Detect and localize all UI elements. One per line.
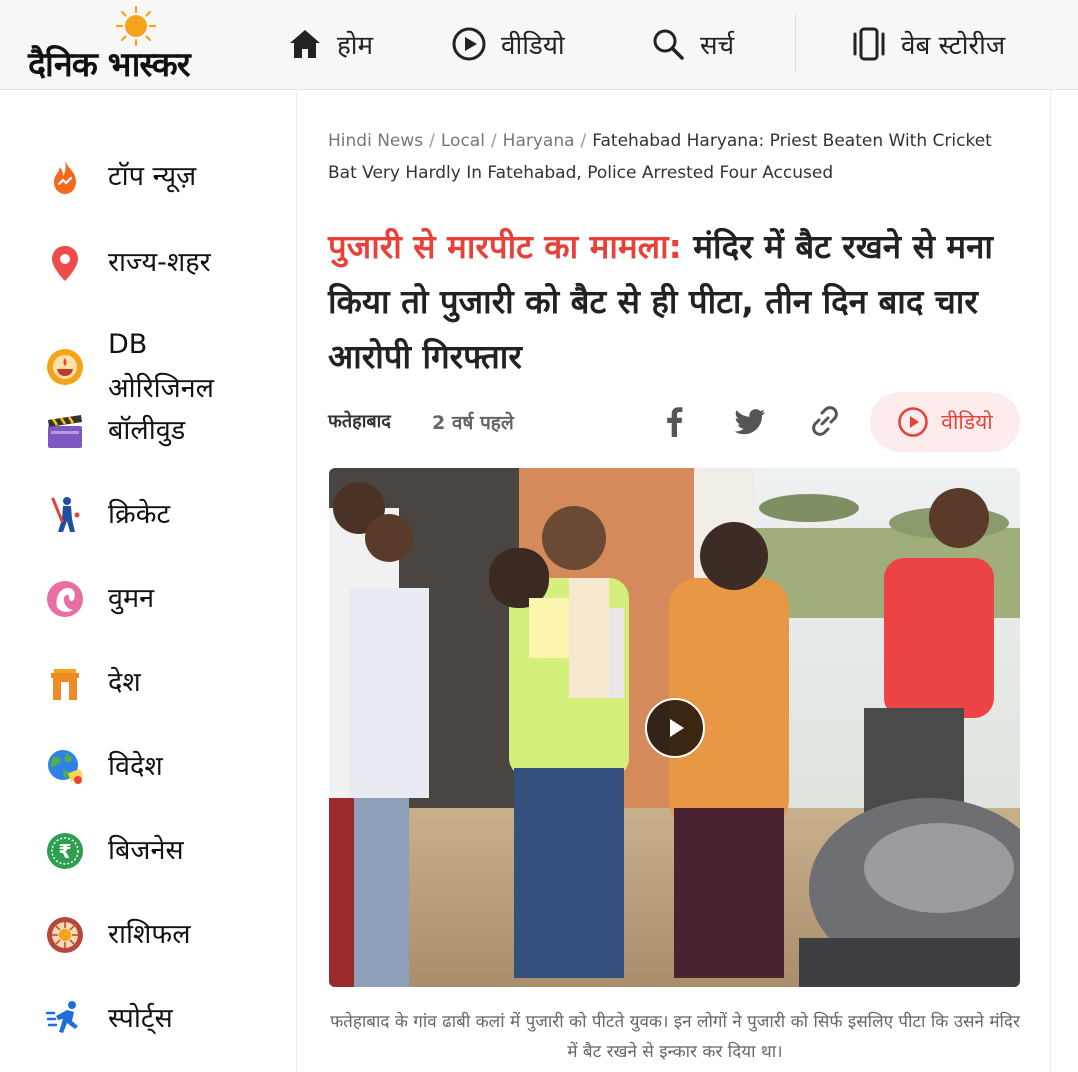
- logo-wordmark: दैनिक भास्कर: [28, 45, 191, 85]
- sidebar-item-label: बॉलीवुड: [108, 415, 186, 446]
- breadcrumb-link-hindi-news[interactable]: Hindi News: [328, 131, 423, 151]
- nav-home-label: होम: [337, 31, 374, 61]
- home-icon: [290, 30, 320, 58]
- headline-highlight: पुजारी से मारपीट का मामला:: [328, 227, 682, 266]
- twitter-share-button[interactable]: [730, 401, 770, 441]
- video-play-button[interactable]: [645, 698, 705, 758]
- sidebar-item-label: राशिफल: [108, 919, 191, 950]
- article-video-player[interactable]: [329, 468, 1020, 987]
- nav-divider: [795, 14, 796, 72]
- clapperboard-icon: [48, 415, 82, 448]
- sidebar-item-country[interactable]: देश: [44, 661, 258, 705]
- facebook-share-button[interactable]: [655, 401, 695, 441]
- watch-video-button[interactable]: वीडियो: [870, 392, 1020, 452]
- sidebar-item-label: बिजनेस: [108, 835, 184, 866]
- breadcrumb: Hindi News / Local / Haryana / Fatehabad Harya…: [328, 131, 992, 183]
- diya-lamp-icon: [47, 349, 83, 385]
- sidebar-item-cricket[interactable]: क्रिकेट: [44, 493, 258, 537]
- facebook-icon: [667, 407, 683, 437]
- nav-search-label: सर्च: [700, 31, 735, 61]
- play-circle-icon: [898, 407, 929, 437]
- sidebar-item-label: राज्य-शहर: [108, 247, 211, 278]
- top-navigation-bar: दैनिक भास्कर होम वीडियो सर्च वेब स्टोरीज: [0, 0, 1078, 90]
- dainik-bhaskar-logo[interactable]: दैनिक भास्कर: [28, 6, 248, 85]
- search-icon: [653, 29, 684, 60]
- runner-icon: [45, 1001, 78, 1033]
- sidebar-item-label: देश: [108, 667, 141, 698]
- sidebar-item-sports[interactable]: स्पोर्ट्स: [44, 997, 258, 1041]
- nav-web-stories[interactable]: वेब स्टोरीज: [851, 20, 1005, 68]
- nav-home[interactable]: होम: [287, 20, 373, 68]
- nav-video-label: वीडियो: [501, 31, 565, 61]
- nav-search[interactable]: सर्च: [650, 20, 734, 68]
- article-content: Hindi News / Local / Haryana / Fatehabad Harya…: [298, 91, 1050, 1072]
- breadcrumb-link-haryana[interactable]: Haryana: [503, 131, 575, 151]
- sidebar-item-horoscope[interactable]: राशिफल: [44, 913, 258, 957]
- zodiac-wheel-icon: [47, 917, 83, 953]
- woman-face-icon: [47, 581, 83, 617]
- breadcrumb-current: Fatehabad Haryana: Priest Beaten With Cr…: [328, 131, 992, 183]
- content-right-border: [1050, 91, 1051, 1072]
- sidebar-item-label: DB ओरिजिनल: [108, 329, 214, 404]
- copy-link-button[interactable]: [805, 401, 845, 441]
- fire-icon: [54, 160, 76, 194]
- sidebar-item-world[interactable]: विदेश: [44, 745, 258, 789]
- play-icon: [670, 719, 684, 737]
- sidebar-item-women[interactable]: वुमन: [44, 577, 258, 621]
- sidebar-item-label: वुमन: [108, 583, 155, 614]
- location-pin-icon: [52, 246, 78, 281]
- article-headline: पुजारी से मारपीट का मामला: मंदिर में बैट…: [328, 219, 1028, 384]
- sidebar-item-label: क्रिकेट: [108, 499, 171, 530]
- play-circle-icon: [452, 27, 486, 61]
- sidebar-item-top-news[interactable]: टॉप न्यूज़: [44, 155, 258, 199]
- sidebar-item-state-city[interactable]: राज्य-शहर: [44, 241, 258, 285]
- svg-text:₹: ₹: [58, 841, 71, 863]
- globe-icon: [48, 750, 84, 784]
- category-sidebar: टॉप न्यूज़ राज्य-शहर DB ओरिजिनल बॉलीवुड …: [0, 91, 297, 1072]
- cricket-player-icon: [51, 497, 80, 532]
- twitter-icon: [734, 409, 765, 435]
- image-caption: फतेहाबाद के गांव ढाबी कलां में पुजारी को…: [330, 1012, 1020, 1062]
- article-time: 2 वर्ष पहले: [432, 412, 514, 434]
- sidebar-item-db-original[interactable]: DB ओरिजिनल: [44, 323, 258, 411]
- sidebar-item-label: स्पोर्ट्स: [108, 1003, 173, 1034]
- article-location[interactable]: फतेहाबाद: [328, 409, 391, 433]
- india-gate-icon: [51, 669, 79, 700]
- web-stories-icon: [853, 27, 885, 61]
- watch-video-label: वीडियो: [941, 410, 993, 434]
- sidebar-item-bollywood[interactable]: बॉलीवुड: [44, 409, 258, 453]
- sidebar-item-label: विदेश: [108, 751, 163, 782]
- nav-web-stories-label: वेब स्टोरीज: [901, 31, 1006, 61]
- rupee-icon: ₹: [47, 833, 83, 869]
- link-icon: [812, 406, 838, 436]
- nav-video[interactable]: वीडियो: [451, 20, 565, 68]
- sidebar-item-label: टॉप न्यूज़: [108, 161, 197, 192]
- breadcrumb-link-local[interactable]: Local: [441, 131, 485, 151]
- sidebar-item-business[interactable]: ₹ बिजनेस: [44, 829, 258, 873]
